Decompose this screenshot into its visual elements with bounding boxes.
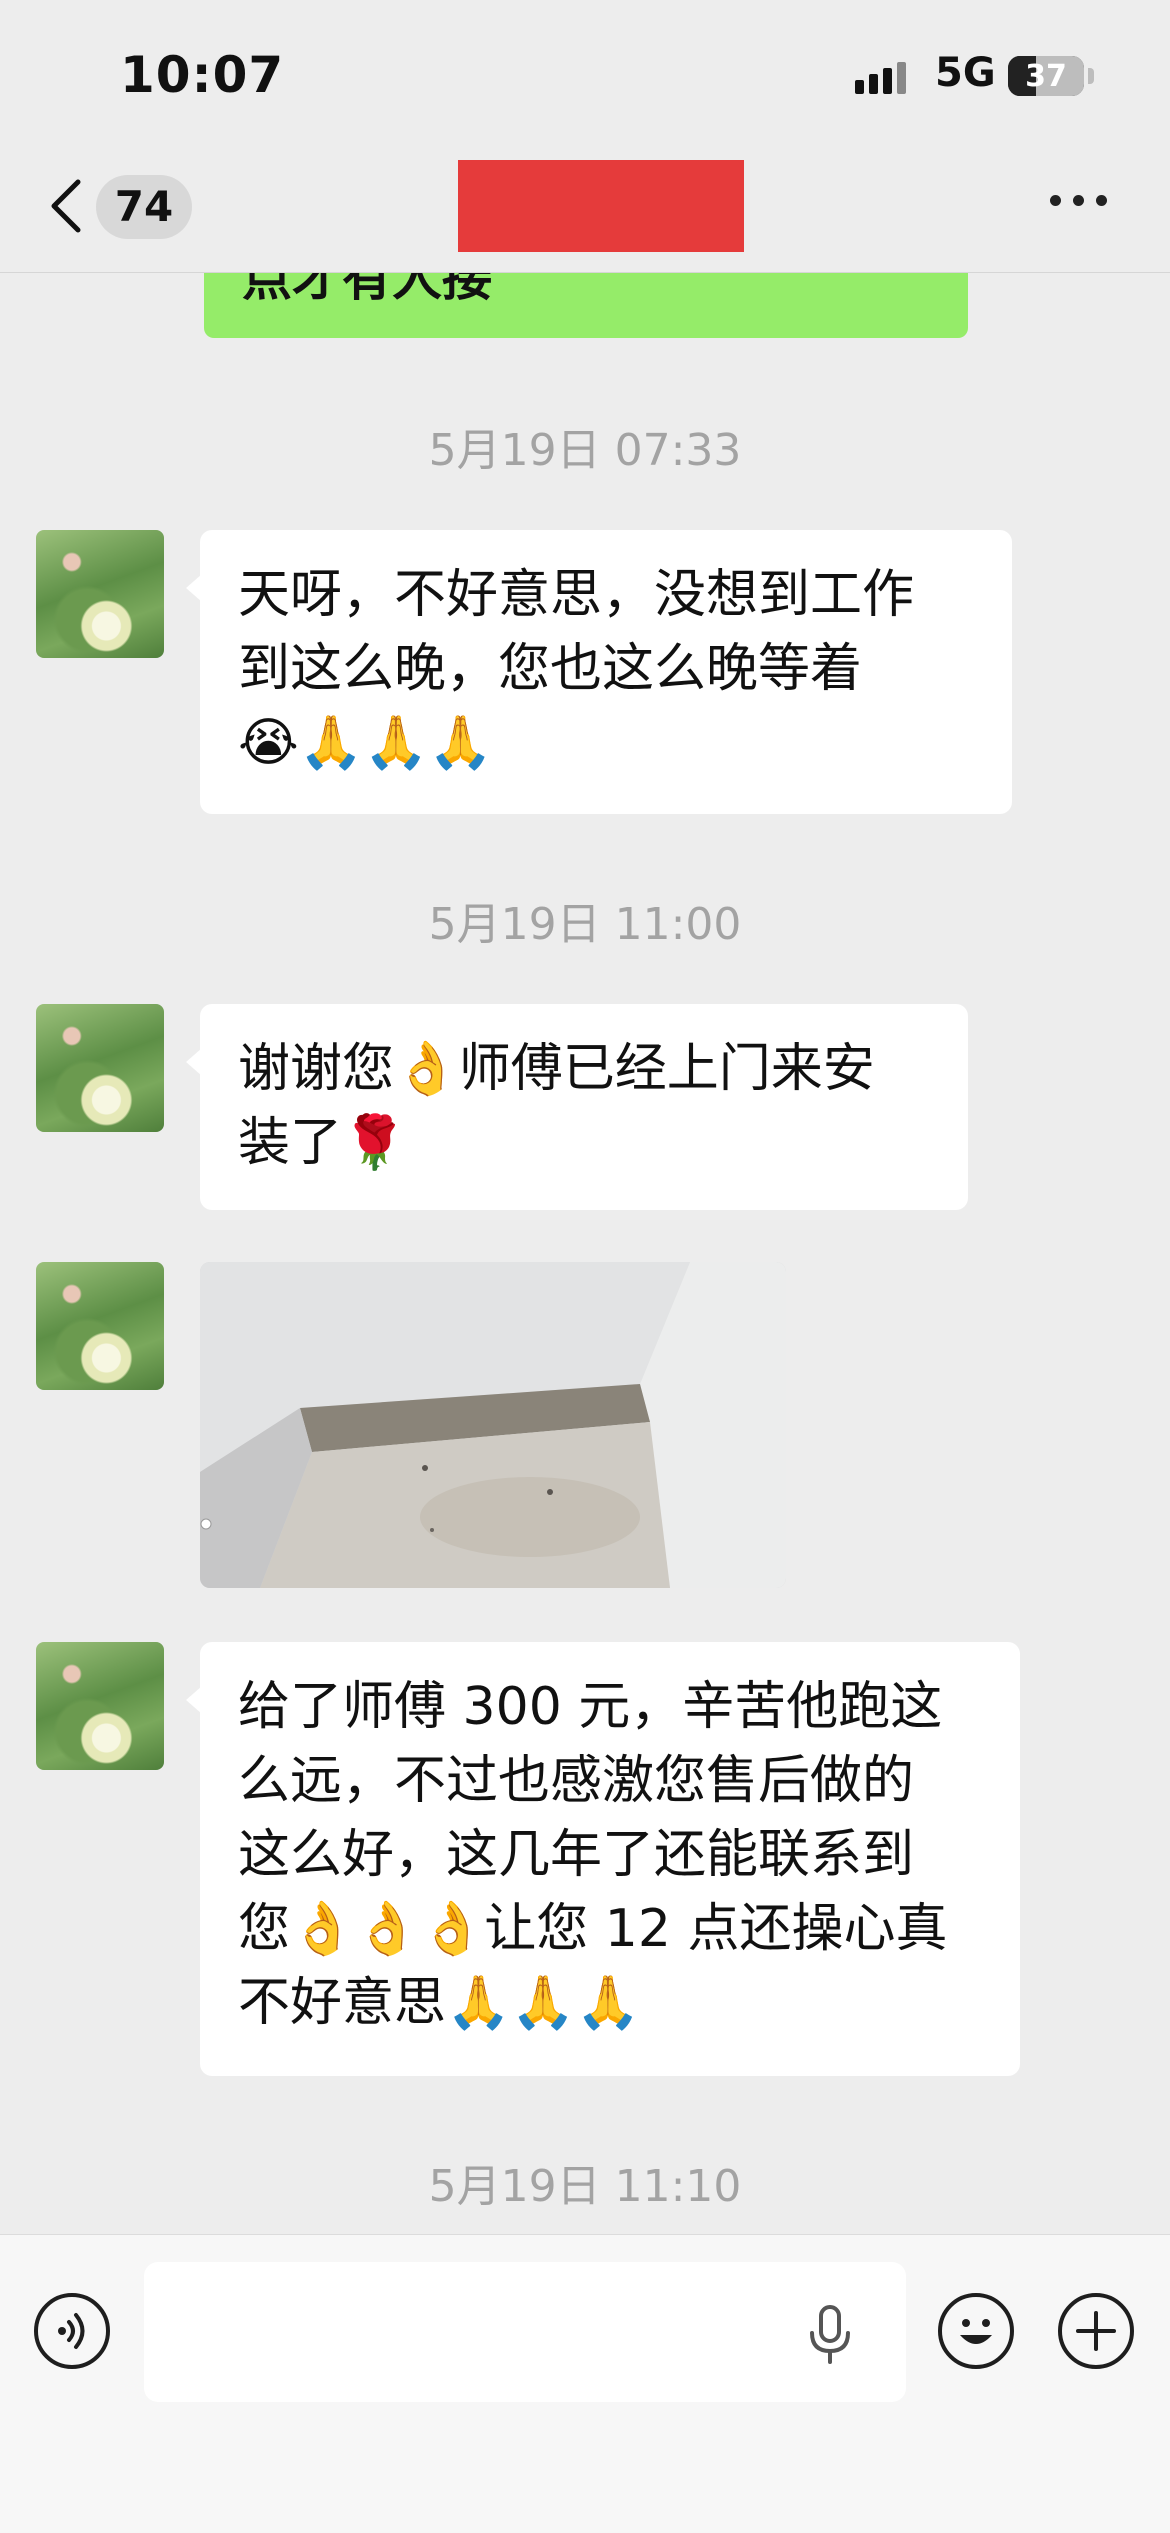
- incoming-message-bubble[interactable]: 谢谢您👌师傅已经上门来安 装了🌹: [186, 1004, 968, 1210]
- self-message-bubble[interactable]: 点才有人接: [204, 272, 968, 338]
- mic-icon[interactable]: [806, 2305, 854, 2365]
- plus-icon[interactable]: [1058, 2293, 1134, 2369]
- network-type: 5G: [935, 50, 996, 96]
- self-message-text: 点才有人接: [242, 272, 492, 307]
- input-bar: [0, 2234, 1170, 2533]
- back-chevron-icon[interactable]: [44, 176, 94, 236]
- contact-avatar[interactable]: [36, 1004, 164, 1132]
- message-list[interactable]: 点才有人接 5月19日 07:33 天呀，不好意思，没想到工作 到这么晚，您也这…: [0, 272, 1170, 2234]
- status-time: 10:07: [120, 46, 285, 104]
- battery-level: 37: [1025, 59, 1067, 94]
- contact-avatar[interactable]: [36, 1642, 164, 1770]
- contact-avatar[interactable]: [36, 1262, 164, 1390]
- contact-avatar[interactable]: [36, 530, 164, 658]
- incoming-message-bubble[interactable]: 给了师傅 300 元，辛苦他跑这 么远，不过也感激您售后做的 这么好，这几年了还…: [186, 1642, 1020, 2076]
- timestamp: 5月19日 11:00: [428, 899, 742, 950]
- signal-icon: [855, 62, 906, 94]
- voice-icon[interactable]: [34, 2293, 110, 2369]
- ceiling-vent-photo[interactable]: [200, 1262, 786, 1588]
- unread-count-badge[interactable]: 74: [96, 175, 192, 239]
- chat-header: 74: [0, 150, 1170, 273]
- more-icon[interactable]: [1050, 195, 1107, 206]
- battery-icon: 37: [1008, 56, 1084, 96]
- status-bar: 10:07 5G 37: [0, 0, 1170, 150]
- timestamp: 5月19日 07:33: [428, 425, 742, 476]
- message-input[interactable]: [144, 2262, 906, 2402]
- incoming-message-bubble[interactable]: 天呀，不好意思，没想到工作 到这么晚，您也这么晚等着 😭🙏🙏🙏: [186, 530, 1012, 814]
- timestamp: 5月19日 11:10: [428, 2161, 742, 2212]
- emoji-icon[interactable]: [938, 2293, 1014, 2369]
- chat-title-redacted: [458, 160, 744, 252]
- battery-cap: [1088, 68, 1094, 84]
